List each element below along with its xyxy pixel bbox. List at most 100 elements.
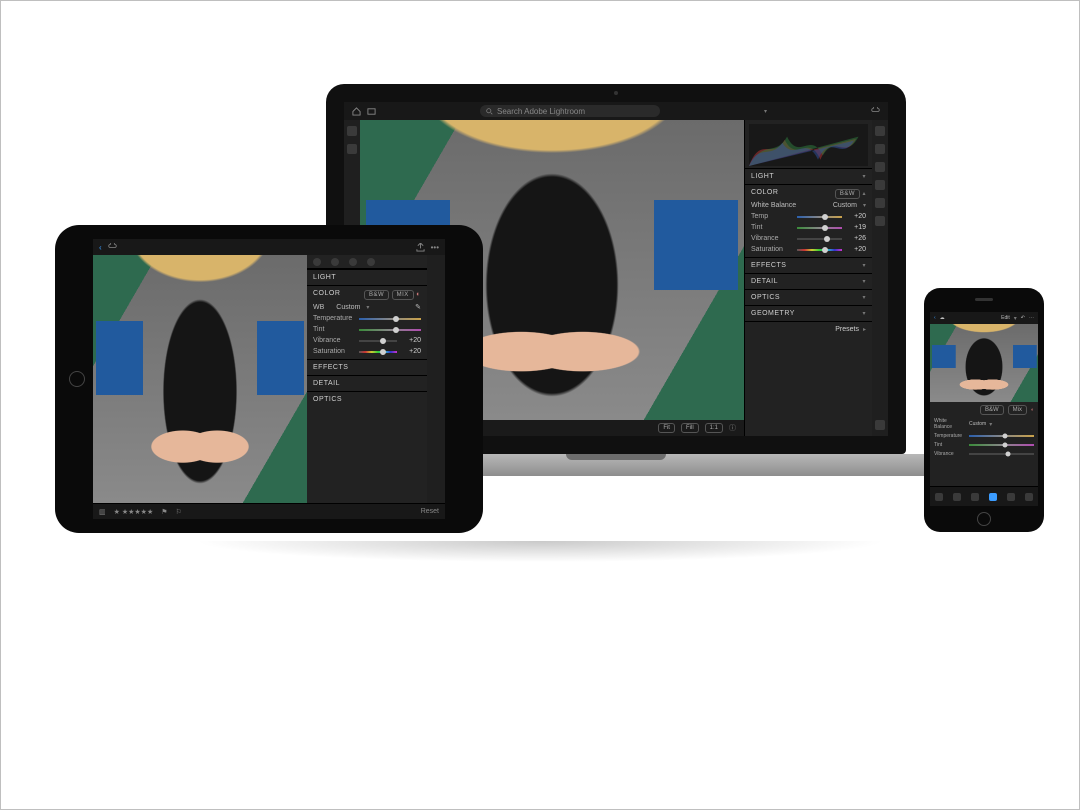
auto-icon[interactable] bbox=[367, 258, 375, 266]
temp-slider[interactable] bbox=[359, 316, 421, 322]
phone-topbar: ‹ ☁ Edit ▾ ↶ ⋯ bbox=[930, 312, 1038, 324]
tint-slider[interactable] bbox=[359, 327, 421, 333]
effects-tool-icon[interactable] bbox=[1007, 493, 1015, 501]
white-balance-label: White Balance bbox=[934, 418, 966, 430]
vibrance-slider[interactable] bbox=[359, 338, 397, 344]
color-mix-icon[interactable]: ◐ bbox=[1031, 407, 1034, 413]
zoom-fit-button[interactable]: Fit bbox=[658, 423, 675, 433]
my-photos-icon[interactable] bbox=[367, 107, 376, 116]
detail-section[interactable]: Detail▾ bbox=[745, 273, 872, 289]
saturation-slider[interactable] bbox=[797, 247, 842, 253]
radial-gradient-icon[interactable] bbox=[875, 216, 885, 226]
detail-label: Detail bbox=[313, 380, 340, 387]
crop-icon[interactable] bbox=[331, 258, 339, 266]
crop-tool-icon[interactable] bbox=[935, 493, 943, 501]
detail-section[interactable]: Detail bbox=[307, 375, 427, 391]
star-rating[interactable]: ★ ★★★★★ bbox=[114, 508, 154, 516]
flag-picked-icon[interactable]: ⚑ bbox=[161, 508, 167, 516]
white-balance-value[interactable]: Custom bbox=[336, 304, 360, 311]
chevron-down-icon[interactable]: ▾ bbox=[989, 421, 992, 428]
saturation-label: Saturation bbox=[751, 246, 793, 253]
presets-tool-icon[interactable] bbox=[953, 493, 961, 501]
mix-button[interactable]: Mix bbox=[392, 290, 414, 300]
optics-section[interactable]: Optics bbox=[307, 391, 427, 407]
search-placeholder: Search Adobe Lightroom bbox=[497, 107, 585, 116]
selective-icon[interactable] bbox=[313, 258, 321, 266]
filmstrip-icon[interactable]: ▥ bbox=[99, 508, 106, 516]
more-icon[interactable]: ⋯ bbox=[1029, 315, 1034, 322]
mix-button[interactable]: Mix bbox=[1008, 405, 1027, 415]
eyedropper-icon[interactable]: ✎ bbox=[415, 303, 421, 311]
linear-gradient-icon[interactable] bbox=[875, 198, 885, 208]
edit-label[interactable]: Edit bbox=[1001, 315, 1010, 322]
info-icon[interactable]: ⓘ bbox=[729, 423, 736, 433]
tag-icon[interactable] bbox=[875, 420, 885, 430]
temp-slider[interactable] bbox=[969, 434, 1034, 439]
presets-button[interactable]: Presets bbox=[835, 326, 859, 333]
flag-rejected-icon[interactable]: ⚐ bbox=[176, 508, 182, 516]
cloud-icon[interactable] bbox=[871, 107, 880, 116]
zoom-fill-button[interactable]: Fill bbox=[681, 423, 699, 433]
bw-toggle[interactable]: B&W bbox=[980, 405, 1004, 415]
back-icon[interactable]: ‹ bbox=[99, 243, 102, 252]
light-section[interactable]: Light bbox=[307, 269, 427, 285]
bw-toggle[interactable]: B&W bbox=[835, 189, 860, 199]
grid-icon[interactable] bbox=[347, 144, 357, 154]
cloud-icon[interactable] bbox=[108, 243, 117, 252]
chevron-down-icon[interactable]: ▾ bbox=[1014, 315, 1017, 322]
undo-icon[interactable]: ↶ bbox=[1021, 315, 1025, 322]
saturation-value: +20 bbox=[401, 348, 421, 355]
phone-bezel: ‹ ☁ Edit ▾ ↶ ⋯ B&W Mix ◐ White BalanceCus… bbox=[924, 288, 1044, 532]
light-label: Light bbox=[751, 173, 774, 180]
heal-icon[interactable] bbox=[875, 162, 885, 172]
color-tool-icon[interactable] bbox=[989, 493, 997, 501]
white-balance-value[interactable]: Custom bbox=[969, 421, 986, 427]
color-mix-icon[interactable]: ◐ bbox=[416, 291, 421, 298]
histogram[interactable] bbox=[749, 124, 868, 166]
bw-toggle[interactable]: B&W bbox=[364, 290, 389, 300]
add-icon[interactable] bbox=[347, 126, 357, 136]
effects-section[interactable]: Effects▾ bbox=[745, 257, 872, 273]
phone-screen: ‹ ☁ Edit ▾ ↶ ⋯ B&W Mix ◐ White BalanceCus… bbox=[930, 312, 1038, 506]
vibrance-slider[interactable] bbox=[969, 452, 1034, 457]
wb-dropdown-icon[interactable]: ▾ bbox=[366, 304, 369, 311]
crop-icon[interactable] bbox=[875, 144, 885, 154]
edit-icon[interactable] bbox=[875, 126, 885, 136]
white-balance-label: White Balance bbox=[751, 202, 796, 209]
photo-preview[interactable] bbox=[93, 255, 307, 503]
chevron-right-icon: ▸ bbox=[863, 326, 866, 333]
home-icon[interactable] bbox=[352, 107, 361, 116]
light-tool-icon[interactable] bbox=[971, 493, 979, 501]
geometry-section[interactable]: Geometry▾ bbox=[745, 305, 872, 321]
temp-slider[interactable] bbox=[797, 214, 842, 220]
detail-tool-icon[interactable] bbox=[1025, 493, 1033, 501]
geometry-label: Geometry bbox=[751, 310, 795, 317]
more-icon[interactable]: ••• bbox=[431, 243, 439, 252]
marketing-frame: Search Adobe Lightroom ▾ ⚑ ⚐ ★★★★★ Fit F… bbox=[0, 0, 1080, 810]
optics-section[interactable]: Optics▾ bbox=[745, 289, 872, 305]
white-balance-value[interactable]: Custom bbox=[833, 202, 857, 209]
share-icon[interactable] bbox=[416, 243, 425, 252]
reset-button[interactable]: Reset bbox=[421, 508, 439, 515]
photo-preview[interactable] bbox=[930, 324, 1038, 402]
tint-slider[interactable] bbox=[969, 443, 1034, 448]
vibrance-value: +26 bbox=[846, 235, 866, 242]
search-icon bbox=[486, 108, 493, 115]
light-section[interactable]: Light▾ bbox=[745, 168, 872, 184]
tint-slider[interactable] bbox=[797, 225, 842, 231]
back-icon[interactable]: ‹ bbox=[934, 315, 936, 321]
search-dropdown-icon[interactable]: ▾ bbox=[764, 108, 767, 115]
device-shadow bbox=[51, 541, 1029, 571]
brush-icon[interactable] bbox=[875, 180, 885, 190]
effects-section[interactable]: Effects bbox=[307, 359, 427, 375]
cloud-icon[interactable]: ☁ bbox=[940, 315, 945, 321]
vibrance-slider[interactable] bbox=[797, 236, 842, 242]
zoom-1to1-button[interactable]: 1:1 bbox=[705, 423, 723, 433]
saturation-slider[interactable] bbox=[359, 349, 397, 355]
desktop-topbar: Search Adobe Lightroom ▾ bbox=[344, 102, 888, 120]
wb-dropdown-icon[interactable]: ▾ bbox=[863, 202, 866, 209]
lightroom-phone-app: ‹ ☁ Edit ▾ ↶ ⋯ B&W Mix ◐ White BalanceCus… bbox=[930, 312, 1038, 506]
presets-icon[interactable] bbox=[349, 258, 357, 266]
chevron-up-icon[interactable]: ▴ bbox=[862, 191, 866, 197]
search-input[interactable]: Search Adobe Lightroom bbox=[480, 105, 660, 117]
